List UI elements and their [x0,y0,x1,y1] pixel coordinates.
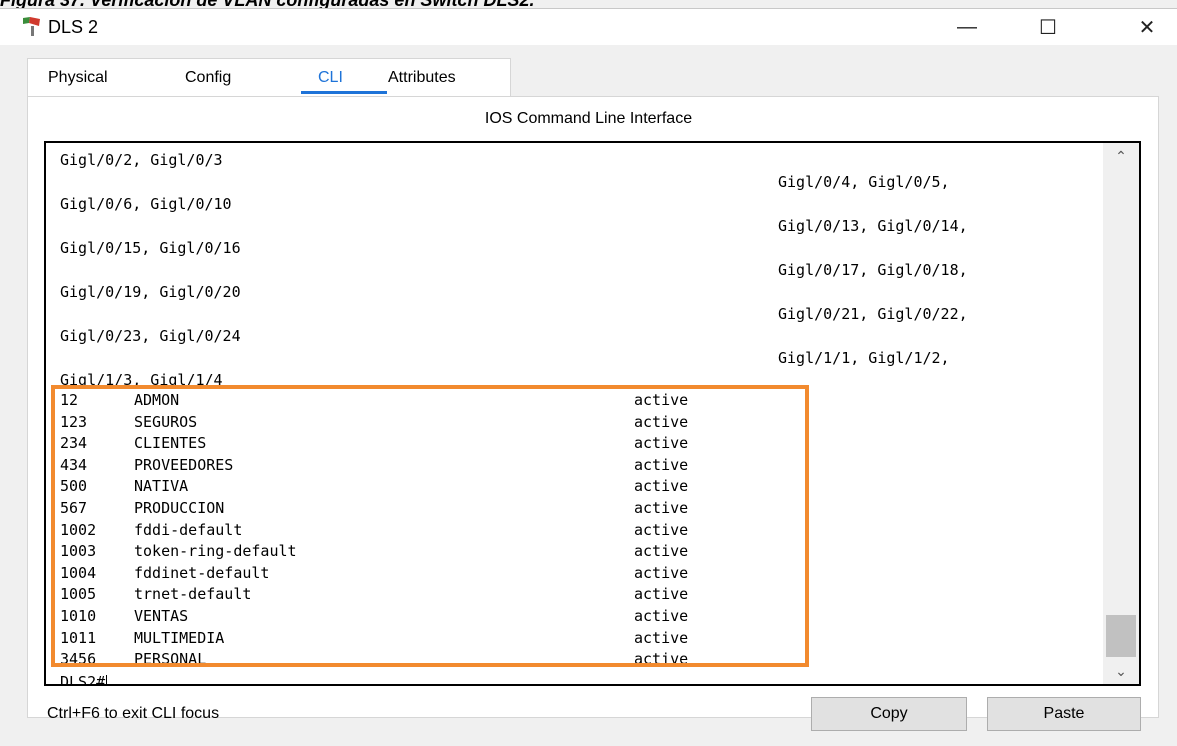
tab-cli[interactable]: CLI [318,69,343,87]
ios-cli-title: IOS Command Line Interface [484,110,693,127]
copy-button[interactable]: Copy [811,697,967,731]
minimize-button[interactable]: — [937,9,997,45]
switch-icon [20,15,44,37]
paste-button[interactable]: Paste [987,697,1141,731]
scroll-thumb[interactable] [1106,615,1136,657]
chevron-down-icon[interactable]: ⌄ [1103,658,1139,684]
port-line: Gigl/0/4, Gigl/0/5, [778,173,950,191]
port-line: Gigl/0/23, Gigl/0/24 [60,327,241,345]
tab-physical[interactable]: Physical [48,69,108,87]
tab-config[interactable]: Config [185,69,231,87]
vertical-scrollbar[interactable]: ⌃ ⌄ [1103,143,1139,684]
port-line: Gigl/0/6, Gigl/0/10 [60,195,232,213]
title-bar: DLS 2 — ☐ ✕ [0,9,1177,45]
active-tab-indicator [301,91,387,94]
window-title: DLS 2 [48,17,99,37]
close-button[interactable]: ✕ [1117,9,1177,45]
maximize-button[interactable]: ☐ [1018,9,1078,45]
chevron-up-icon[interactable]: ⌃ [1103,143,1139,169]
port-line: Gigl/0/2, Gigl/0/3 [60,151,223,169]
prompt-text: DLS2# [60,673,106,686]
port-line: Gigl/1/1, Gigl/1/2, [778,349,950,367]
port-line: Gigl/0/19, Gigl/0/20 [60,283,241,301]
cli-focus-hint: Ctrl+F6 to exit CLI focus [47,705,220,722]
port-line: Gigl/0/21, Gigl/0/22, [778,305,968,323]
port-line: Gigl/0/13, Gigl/0/14, [778,217,968,235]
port-line: Gigl/0/17, Gigl/0/18, [778,261,968,279]
vlan-highlight-box [51,385,809,667]
port-line: Gigl/0/15, Gigl/0/16 [60,239,241,257]
text-cursor [106,675,108,684]
cli-prompt[interactable]: DLS2# [60,671,108,686]
tab-attributes[interactable]: Attributes [388,69,456,87]
cli-terminal[interactable]: Gigl/0/2, Gigl/0/3 Gigl/0/4, Gigl/0/5, Gig… [44,141,1141,686]
tab-bar: Physical Config CLI Attributes [27,58,511,97]
